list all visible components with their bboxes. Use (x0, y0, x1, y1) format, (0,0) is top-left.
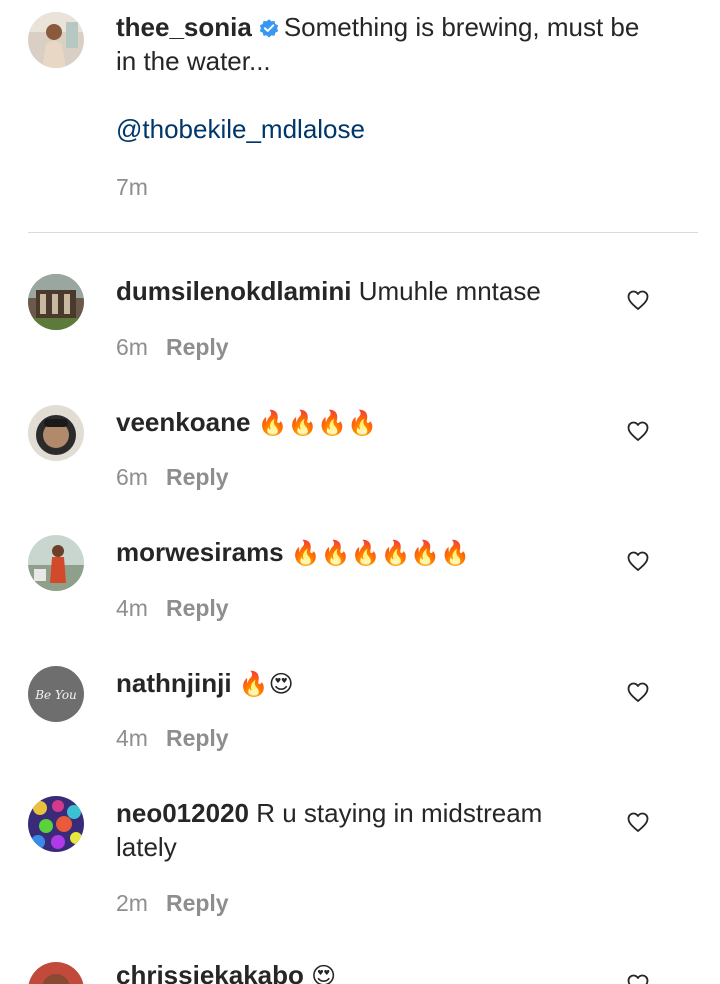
comment-timestamp: 6m (116, 464, 148, 490)
post-author-avatar[interactable] (28, 12, 84, 68)
comment-body: nathnjinji 🔥😍 (116, 666, 586, 701)
comment-username[interactable]: morwesirams (116, 537, 284, 567)
avatar-logo-text: Be You (34, 688, 77, 702)
comment-timestamp: 4m (116, 595, 148, 621)
post-caption: thee_sonia Something is brewing, must be … (116, 10, 656, 146)
comment-avatar[interactable] (28, 962, 84, 984)
heart-outline-icon[interactable] (626, 680, 650, 704)
caption-divider (28, 232, 698, 233)
comment-emoji: 🔥🔥🔥🔥 (257, 409, 378, 437)
post-mention-link[interactable]: @thobekile_mdlalose (116, 112, 656, 146)
reply-button[interactable]: Reply (166, 595, 229, 621)
comments-screen: thee_sonia Something is brewing, must be … (0, 0, 720, 984)
comment-body: dumsilenokdlamini Umuhle mntase (116, 274, 586, 308)
comment-username[interactable]: dumsilenokdlamini (116, 276, 352, 306)
verified-badge-icon (258, 17, 280, 39)
post-meta: 7m (116, 174, 148, 201)
comment-emoji: 🔥🔥🔥🔥🔥🔥 (290, 539, 471, 567)
comment-username[interactable]: chrissiekakabo (116, 960, 304, 984)
comment-emoji: 🔥😍 (238, 670, 294, 698)
comment-meta: 2m Reply (116, 890, 229, 917)
heart-outline-icon[interactable] (626, 549, 650, 573)
comment-avatar[interactable] (28, 796, 84, 852)
comment-meta: 6m Reply (116, 334, 229, 361)
comment-username[interactable]: veenkoane (116, 407, 250, 437)
comment-body: chrissiekakabo 😍 (116, 958, 586, 984)
reply-button[interactable]: Reply (166, 890, 229, 916)
comment-text: Umuhle mntase (358, 276, 541, 306)
heart-outline-icon[interactable] (626, 288, 650, 312)
comment-avatar[interactable] (28, 405, 84, 461)
comment-body: morwesirams 🔥🔥🔥🔥🔥🔥 (116, 535, 586, 570)
comment-emoji: 😍 (311, 962, 337, 984)
post-timestamp: 7m (116, 174, 148, 200)
comment-avatar[interactable] (28, 535, 84, 591)
comment-timestamp: 6m (116, 334, 148, 360)
reply-button[interactable]: Reply (166, 725, 229, 751)
comment-meta: 6m Reply (116, 464, 229, 491)
comment-username[interactable]: neo012020 (116, 798, 249, 828)
comment-meta: 4m Reply (116, 725, 229, 752)
comment-timestamp: 4m (116, 725, 148, 751)
comment-avatar[interactable]: Be You (28, 666, 84, 722)
comment-timestamp: 2m (116, 890, 148, 916)
post-author-username[interactable]: thee_sonia (116, 12, 252, 42)
reply-button[interactable]: Reply (166, 464, 229, 490)
heart-outline-icon[interactable] (626, 972, 650, 984)
heart-outline-icon[interactable] (626, 419, 650, 443)
heart-outline-icon[interactable] (626, 810, 650, 834)
comment-body: neo012020 R u staying in midstream latel… (116, 796, 586, 864)
reply-button[interactable]: Reply (166, 334, 229, 360)
comment-avatar[interactable] (28, 274, 84, 330)
comment-meta: 4m Reply (116, 595, 229, 622)
comment-body: veenkoane 🔥🔥🔥🔥 (116, 405, 586, 440)
comment-username[interactable]: nathnjinji (116, 668, 232, 698)
